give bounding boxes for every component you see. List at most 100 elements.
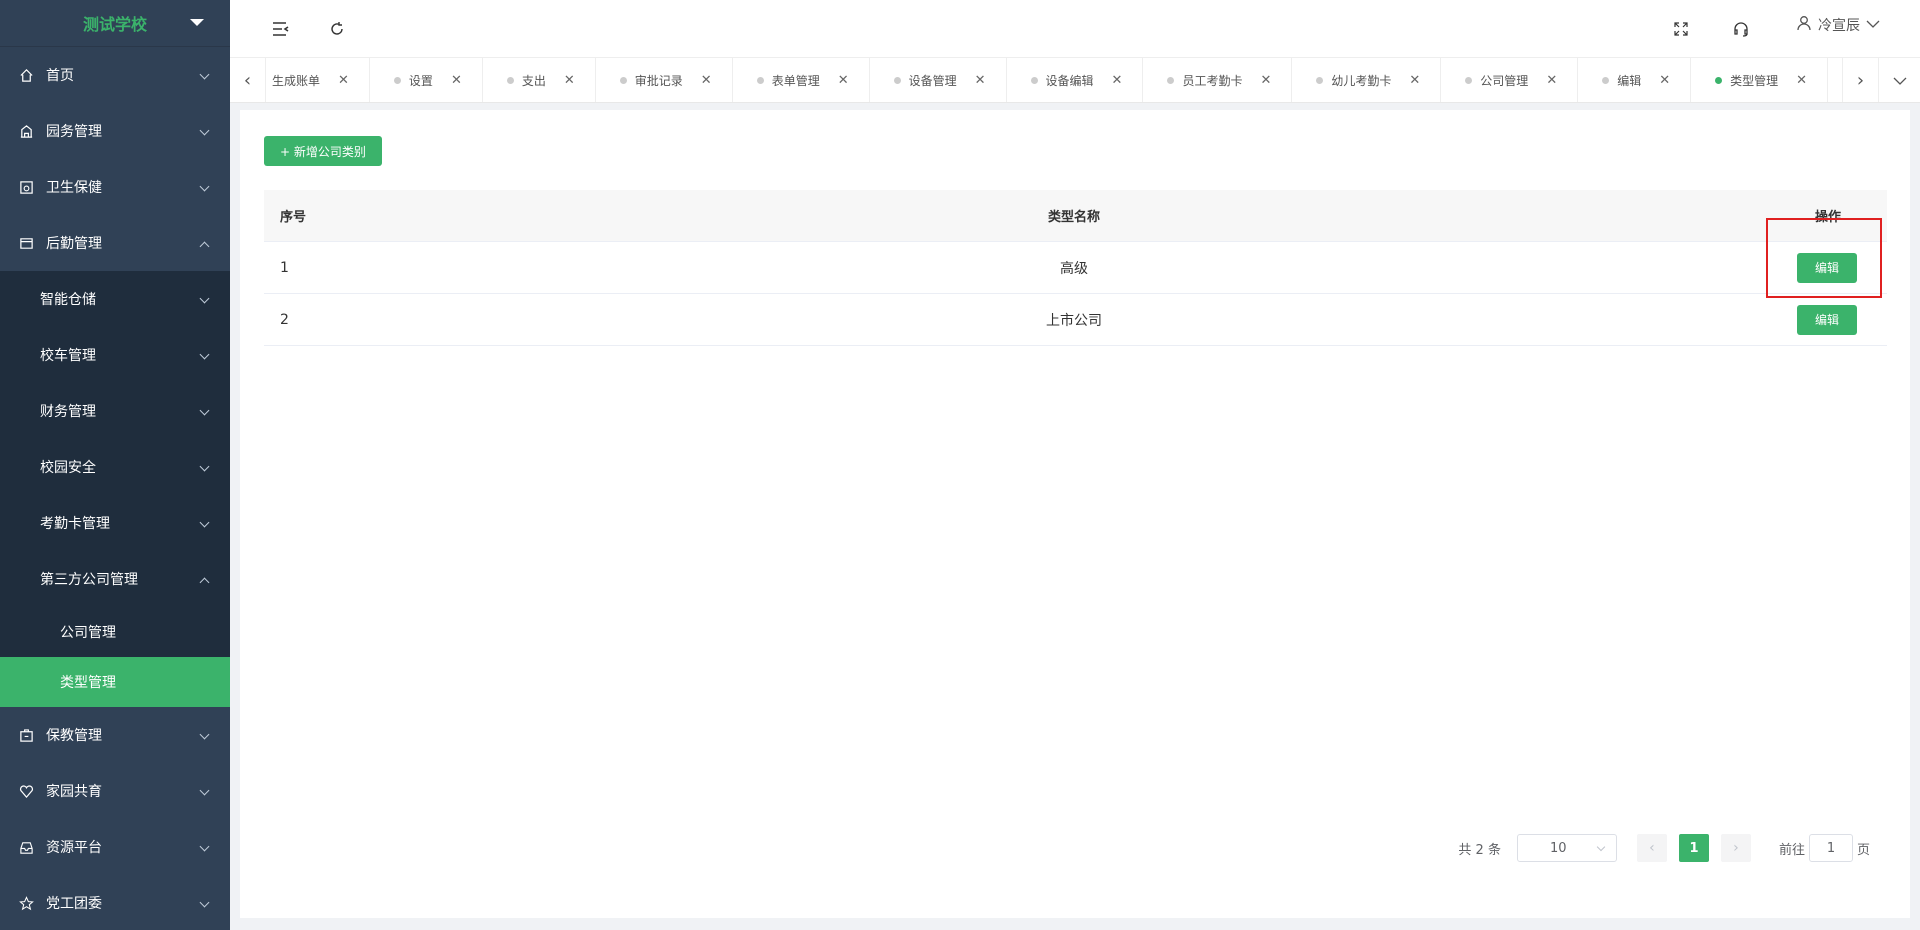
sidebar-item-education[interactable]: 保教管理	[0, 707, 230, 763]
page-size-value: 10	[1549, 840, 1567, 856]
sidebar-item-campus-safety[interactable]: 校园安全	[0, 439, 230, 495]
sidebar-item-type-management[interactable]: 类型管理	[0, 657, 230, 707]
tabs-dropdown-icon[interactable]	[1878, 58, 1920, 102]
sidebar-item-attendance-card[interactable]: 考勤卡管理	[0, 495, 230, 551]
tab-dot	[393, 77, 401, 84]
close-icon[interactable]: ✕	[564, 73, 575, 88]
sidebar-item-label: 财务管理	[40, 404, 96, 420]
sidebar-item-smart-storage[interactable]: 智能仓储	[0, 271, 230, 327]
sidebar-item-label: 公司管理	[60, 625, 116, 641]
brand-title: 测试学校	[82, 15, 147, 34]
sidebar-item-label: 智能仓储	[40, 292, 96, 308]
close-icon[interactable]: ✕	[1796, 73, 1807, 88]
tabs-scroll-right-icon[interactable]: ›	[1842, 58, 1878, 102]
sidebar-item-campus[interactable]: 园务管理	[0, 103, 230, 159]
sidebar-item-logistics[interactable]: 后勤管理	[0, 215, 230, 271]
type-table: 序号 类型名称 操作 1 高级 编辑 2 上市公司 编辑	[264, 190, 1887, 346]
tab[interactable]: 设备管理 ✕	[870, 58, 1007, 102]
tab[interactable]: 公司管理 ✕	[1441, 58, 1579, 102]
chevron-down-icon	[199, 897, 210, 908]
sidebar-item-home-school[interactable]: 家园共育	[0, 763, 230, 819]
tab-dot	[1167, 77, 1175, 84]
tabs-scroll-left-icon[interactable]: ‹	[230, 58, 266, 102]
sidebar-item-third-party[interactable]: 第三方公司管理	[0, 551, 230, 607]
user-menu[interactable]: 冷宣辰	[1796, 15, 1880, 35]
goto-page-input[interactable]: 1	[1808, 834, 1853, 862]
main-content: + 新增公司类别 序号 类型名称 操作 1 高级 编辑 2 上市公司 编辑 共 …	[240, 110, 1910, 918]
tab[interactable]: 员工考勤卡 ✕	[1143, 58, 1293, 102]
logistics-icon	[18, 235, 34, 251]
inbox-icon	[18, 839, 34, 855]
tab-label: 公司管理	[1480, 74, 1529, 88]
close-icon[interactable]: ✕	[701, 73, 712, 88]
header: 冷宣辰	[230, 0, 1920, 58]
tab[interactable]: 表单管理 ✕	[733, 58, 870, 102]
goto-prefix: 前往	[1778, 842, 1805, 858]
sidebar-item-company-management[interactable]: 公司管理	[0, 607, 230, 657]
tab[interactable]: 支出 ✕	[483, 58, 596, 102]
tab[interactable]: 审批记录 ✕	[596, 58, 733, 102]
pagination: 共 2 条 10 ‹ 1 › 前往 1 页	[1458, 834, 1870, 862]
tab[interactable]: 幼儿考勤卡 ✕	[1292, 58, 1442, 102]
close-icon[interactable]: ✕	[975, 73, 986, 88]
add-company-type-button[interactable]: + 新增公司类别	[264, 136, 382, 166]
close-icon[interactable]: ✕	[1659, 73, 1670, 88]
sidebar-item-label: 家园共育	[46, 784, 102, 800]
building-icon	[18, 123, 34, 139]
tab[interactable]: 设备编辑 ✕	[1007, 58, 1144, 102]
chevron-down-icon	[199, 841, 210, 852]
sidebar-item-health[interactable]: 卫生保健	[0, 159, 230, 215]
close-icon[interactable]: ✕	[451, 73, 462, 88]
tab-dot	[756, 77, 764, 84]
close-icon[interactable]: ✕	[1260, 73, 1271, 88]
heart-icon	[18, 783, 34, 799]
brand[interactable]: 测试学校	[0, 0, 230, 47]
current-page[interactable]: 1	[1678, 834, 1709, 862]
page-size-select[interactable]: 10	[1516, 834, 1617, 862]
tab-dot	[1465, 77, 1473, 84]
tab-label: 设备编辑	[1045, 74, 1094, 88]
close-icon[interactable]: ✕	[1112, 73, 1123, 88]
fullscreen-icon[interactable]	[1670, 18, 1692, 40]
chevron-down-icon	[199, 349, 210, 360]
chevron-down-icon	[199, 125, 210, 136]
tab-label: 幼儿考勤卡	[1331, 74, 1392, 88]
tab-dot	[1602, 77, 1610, 84]
tab-active[interactable]: 类型管理 ✕	[1691, 58, 1829, 102]
sidebar-item-resources[interactable]: 资源平台	[0, 819, 230, 875]
refresh-icon[interactable]	[326, 18, 348, 40]
table-row: 1 高级 编辑	[264, 242, 1887, 294]
edit-button[interactable]: 编辑	[1797, 304, 1857, 335]
close-icon[interactable]: ✕	[1546, 73, 1557, 88]
tab-label: 生成账单	[272, 74, 321, 88]
tab[interactable]: 设置 ✕	[370, 58, 483, 102]
caret-down-icon[interactable]	[190, 19, 204, 26]
sidebar-item-party[interactable]: 党工团委	[0, 875, 230, 930]
menu-collapse-icon[interactable]	[270, 18, 292, 40]
highlight-box	[1766, 218, 1882, 298]
close-icon[interactable]: ✕	[338, 73, 349, 88]
chevron-up-icon	[199, 577, 210, 588]
sidebar-item-label: 后勤管理	[46, 236, 102, 252]
chevron-down-icon	[199, 461, 210, 472]
sidebar: 测试学校 首页 园务管理 卫生保健 后勤管理 智能仓储 校车管理 财务管理 校园…	[0, 0, 230, 930]
tab[interactable]: 生成账单 ✕	[266, 58, 370, 102]
close-icon[interactable]: ✕	[838, 73, 849, 88]
tab-dot	[1030, 77, 1038, 84]
tab[interactable]: 编辑 ✕	[1578, 58, 1692, 102]
headset-icon[interactable]	[1730, 18, 1752, 40]
column-header-index: 序号	[280, 210, 307, 225]
close-icon[interactable]: ✕	[1409, 73, 1420, 88]
sidebar-item-school-bus[interactable]: 校车管理	[0, 327, 230, 383]
tab-label: 设置	[408, 74, 433, 88]
next-page-button[interactable]: ›	[1720, 834, 1751, 862]
prev-page-button[interactable]: ‹	[1636, 834, 1667, 862]
sidebar-item-home[interactable]: 首页	[0, 47, 230, 103]
tab-dot	[619, 77, 627, 84]
sidebar-item-finance[interactable]: 财务管理	[0, 383, 230, 439]
tab-dot	[1316, 77, 1324, 84]
table-header: 序号 类型名称 操作	[264, 190, 1887, 242]
tab-list: 生成账单 ✕ 设置 ✕ 支出 ✕ 审批记录 ✕ 表单管理 ✕ 设备管理 ✕ 设备编辑 ✕ 员工…	[266, 58, 1842, 102]
column-header-name: 类型名称	[1047, 210, 1100, 225]
chevron-up-icon	[199, 241, 210, 252]
